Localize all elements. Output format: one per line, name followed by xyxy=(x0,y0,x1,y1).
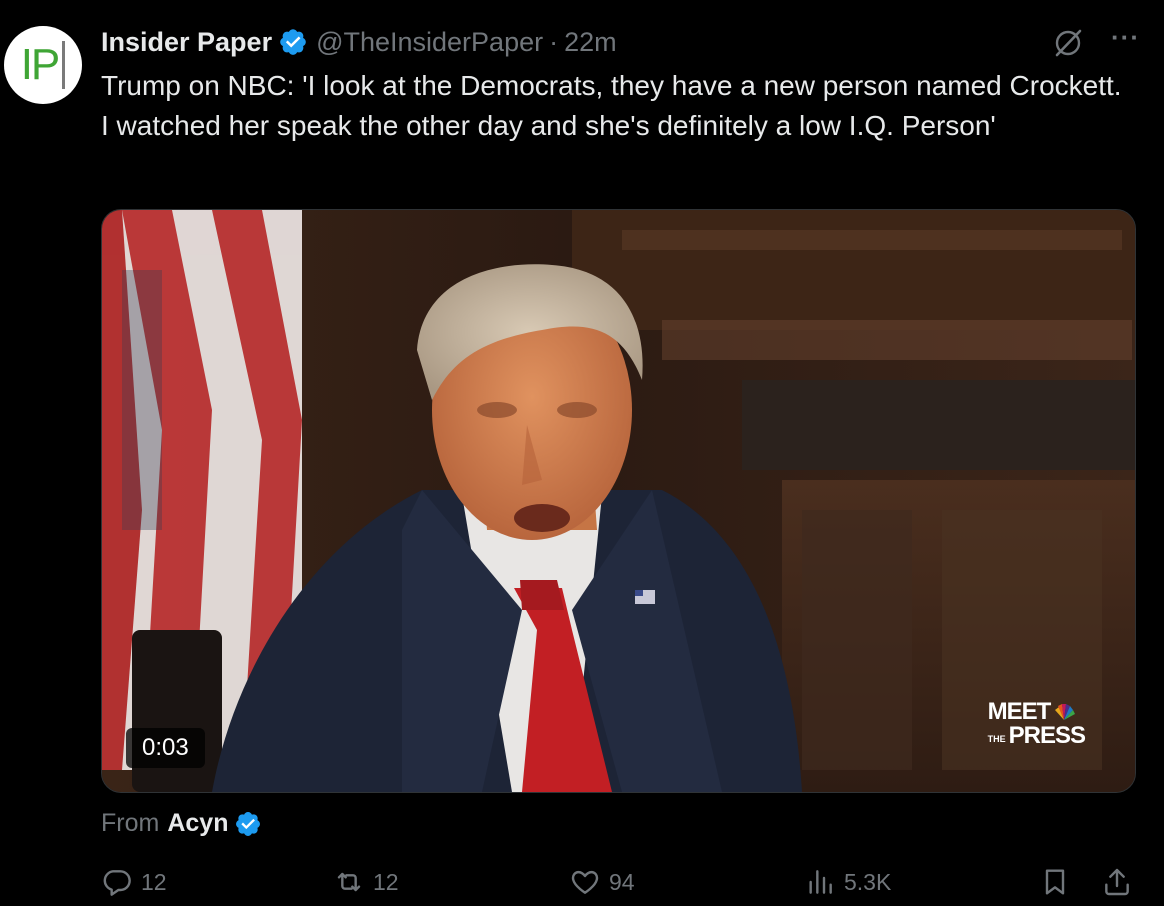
show-logo-press: PRESS xyxy=(1008,722,1086,749)
tweet-controls: ··· xyxy=(1051,24,1140,60)
peacock-icon xyxy=(1055,704,1076,720)
timestamp[interactable]: 22m xyxy=(564,27,617,58)
avatar[interactable]: IP xyxy=(4,26,82,104)
views-count: 5.3K xyxy=(844,868,892,895)
views-icon xyxy=(809,870,832,894)
avatar-logo: IP xyxy=(21,40,66,90)
author-handle[interactable]: @TheInsiderPaper xyxy=(316,27,543,58)
verified-badge-icon xyxy=(236,811,261,836)
action-bar: 12 12 94 5.3K xyxy=(101,866,1135,906)
source-author-link[interactable]: Acyn xyxy=(167,809,228,838)
heart-icon xyxy=(571,870,599,894)
avatar-divider xyxy=(62,41,66,89)
video-frame xyxy=(102,210,1135,792)
share-button[interactable] xyxy=(1101,866,1133,898)
tweet-text: Trump on NBC: 'I look at the Democrats, … xyxy=(101,70,1122,141)
repost-icon xyxy=(337,872,361,892)
verified-badge-icon xyxy=(280,29,306,55)
show-logo-meet: MEET xyxy=(987,698,1052,725)
separator-dot: · xyxy=(549,26,559,57)
like-count: 94 xyxy=(609,868,635,895)
grok-icon[interactable] xyxy=(1051,26,1085,60)
video-player[interactable]: 0:03 MEET THE PRESS xyxy=(101,209,1136,793)
show-logo-the: THE xyxy=(987,734,1006,744)
show-logo: MEET THE PRESS xyxy=(987,698,1086,749)
repost-button[interactable]: 12 xyxy=(333,866,399,898)
views-button[interactable]: 5.3K xyxy=(804,866,891,898)
author-name[interactable]: Insider Paper xyxy=(101,27,272,58)
source-attribution: From Acyn xyxy=(101,809,262,838)
bookmark-button[interactable] xyxy=(1039,866,1071,898)
reply-icon xyxy=(103,870,131,896)
repost-count: 12 xyxy=(373,868,399,895)
tweet-header: Insider Paper @TheInsiderPaper · 22m xyxy=(101,22,617,62)
bookmark-icon xyxy=(1045,869,1065,895)
share-icon xyxy=(1105,868,1129,896)
more-icon[interactable]: ··· xyxy=(1111,24,1140,50)
like-button[interactable]: 94 xyxy=(569,866,635,898)
from-label: From xyxy=(101,809,160,837)
reply-count: 12 xyxy=(141,868,167,895)
avatar-initials: IP xyxy=(20,40,61,89)
video-duration: 0:03 xyxy=(126,728,205,768)
reply-button[interactable]: 12 xyxy=(101,866,167,898)
